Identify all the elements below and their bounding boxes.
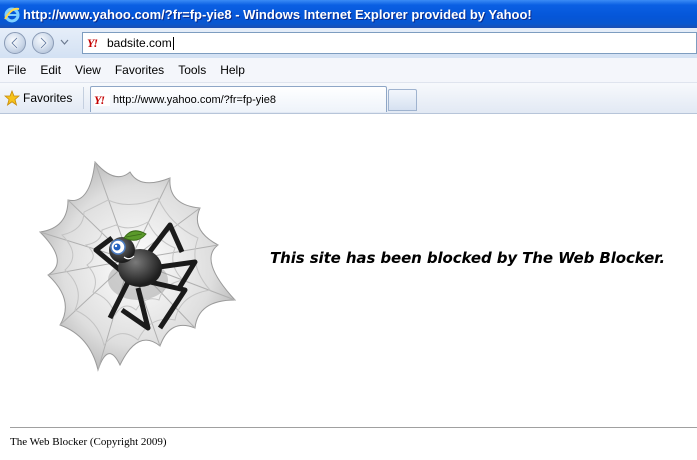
favorites-bar: Favorites Y! http://www.yahoo.com/?fr=fp… <box>0 83 697 114</box>
menu-help[interactable]: Help <box>213 63 252 77</box>
star-icon <box>4 90 20 106</box>
menu-file[interactable]: File <box>0 63 33 77</box>
menu-edit[interactable]: Edit <box>33 63 68 77</box>
title-bar: http://www.yahoo.com/?fr=fp-yie8 - Windo… <box>0 0 697 28</box>
address-bar[interactable]: Y! badsite.com <box>82 32 697 54</box>
back-arrow-icon <box>10 37 18 49</box>
recent-pages-dropdown-icon[interactable] <box>60 39 69 45</box>
internet-explorer-icon <box>3 5 21 23</box>
favorites-label: Favorites <box>23 91 73 105</box>
tab-label: http://www.yahoo.com/?fr=fp-yie8 <box>113 93 276 106</box>
blocked-message: This site has been blocked by The Web Bl… <box>270 249 665 267</box>
new-tab-button[interactable] <box>388 89 417 111</box>
tab-yahoo[interactable]: Y! http://www.yahoo.com/?fr=fp-yie8 <box>90 86 387 112</box>
address-input[interactable]: badsite.com <box>107 36 172 50</box>
yahoo-y-icon: Y! <box>94 93 110 106</box>
menu-view[interactable]: View <box>68 63 108 77</box>
menu-tools[interactable]: Tools <box>171 63 213 77</box>
yahoo-y-icon: Y! <box>87 37 103 49</box>
forward-arrow-icon <box>40 37 48 49</box>
favorites-button[interactable]: Favorites <box>4 88 72 108</box>
spider-web-illustration <box>38 160 237 372</box>
forward-button[interactable] <box>32 32 54 54</box>
address-toolbar: Y! badsite.com <box>0 28 697 58</box>
text-caret <box>172 36 174 50</box>
menu-favorites[interactable]: Favorites <box>108 63 171 77</box>
menu-bar: File Edit View Favorites Tools Help <box>0 58 697 83</box>
footer-divider <box>10 427 697 428</box>
toolbar-separator <box>83 87 84 109</box>
window-title: http://www.yahoo.com/?fr=fp-yie8 - Windo… <box>23 6 532 22</box>
footer-copyright: The Web Blocker (Copyright 2009) <box>10 436 167 448</box>
back-button[interactable] <box>4 32 26 54</box>
